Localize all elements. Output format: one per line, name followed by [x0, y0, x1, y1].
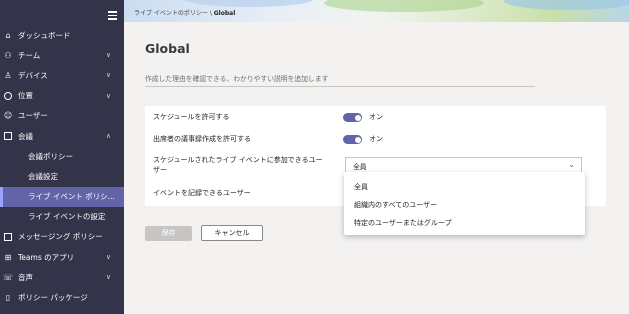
sidebar-item-label: 会議設定	[28, 171, 58, 181]
sidebar-item-teams[interactable]: ⚇ チーム ∨	[0, 45, 124, 65]
globe-icon	[3, 91, 13, 101]
teams-icon: ⚇	[4, 50, 12, 60]
sidebar: ⌂ ダッシュボード ⚇ チーム ∨ ♙ デバイス ∨ 位置 ∨ ☺ ユーザー 会…	[0, 0, 124, 314]
chevron-down-icon: ∨	[105, 253, 111, 262]
sidebar-item-live-event-policies[interactable]: ライブ イベント ポリシ...	[0, 186, 124, 207]
sidebar-item-meeting-settings[interactable]: 会議設定	[0, 166, 124, 186]
sidebar-item-label: 会議	[18, 131, 33, 141]
sidebar-item-label: デバイス	[18, 70, 48, 80]
sidebar-item-label: ライブ イベントの設定	[28, 212, 106, 222]
sidebar-nav: ⌂ ダッシュボード ⚇ チーム ∨ ♙ デバイス ∨ 位置 ∨ ☺ ユーザー 会…	[0, 25, 124, 308]
chevron-down-icon: ∨	[105, 91, 111, 100]
chevron-up-icon: ∧	[105, 132, 111, 141]
cancel-button[interactable]: キャンセル	[201, 225, 263, 241]
sidebar-item-live-event-settings[interactable]: ライブ イベントの設定	[0, 207, 124, 227]
sidebar-item-messaging-policies[interactable]: メッセージング ポリシー	[0, 227, 124, 247]
header-banner: ライブ イベントのポリシー \ Global	[124, 0, 629, 22]
sidebar-item-locations[interactable]: 位置 ∨	[0, 86, 124, 106]
sidebar-item-meetings[interactable]: 会議 ∧	[0, 126, 124, 146]
chevron-down-icon: ∨	[105, 51, 111, 60]
sidebar-item-teams-apps[interactable]: ⊞ Teams のアプリ ∨	[0, 247, 124, 267]
sidebar-item-label: チーム	[18, 50, 41, 60]
allow-transcription-state: オン	[369, 135, 383, 143]
dropdown-option-specific-users[interactable]: 特定のユーザーまたはグループ	[354, 218, 451, 228]
who-can-record-label: イベントを記録できるユーザー	[153, 189, 251, 197]
sidebar-item-label: ダッシュボード	[18, 30, 71, 40]
phone-icon: ☏	[3, 272, 14, 282]
chevron-down-icon: ∨	[105, 273, 111, 282]
banner-decoration	[324, 0, 484, 12]
sidebar-item-dashboard[interactable]: ⌂ ダッシュボード	[0, 25, 124, 45]
breadcrumb-parent[interactable]: ライブ イベントのポリシー \	[134, 10, 214, 17]
device-icon: ♙	[4, 70, 12, 80]
allow-scheduling-toggle[interactable]	[343, 113, 362, 122]
sidebar-item-label: ユーザー	[18, 111, 48, 121]
allow-scheduling-label: スケジュールを許可する	[153, 113, 230, 121]
who-can-join-label: スケジュールされたライブ イベントに参加できるユーザー	[153, 156, 323, 174]
dropdown-option-everyone[interactable]: 全員	[354, 182, 368, 192]
banner-decoration	[184, 0, 314, 7]
chat-icon	[3, 232, 13, 242]
sidebar-item-label: ライブ イベント ポリシ...	[28, 192, 115, 202]
sidebar-item-label: 位置	[18, 91, 33, 101]
who-can-join-value: 全員	[353, 163, 367, 171]
who-can-join-select[interactable]: 全員 ⌄	[345, 157, 582, 173]
sidebar-item-devices[interactable]: ♙ デバイス ∨	[0, 65, 124, 85]
sidebar-item-label: メッセージング ポリシー	[18, 232, 103, 242]
sidebar-item-meeting-policies[interactable]: 会議ポリシー	[0, 146, 124, 166]
sidebar-item-users[interactable]: ☺ ユーザー	[0, 106, 124, 126]
allow-transcription-toggle[interactable]	[343, 135, 362, 144]
page-title: Global	[145, 41, 190, 56]
sidebar-item-label: 会議ポリシー	[28, 151, 73, 161]
save-button[interactable]: 保存	[145, 226, 192, 241]
dropdown-option-org-users[interactable]: 組織内のすべてのユーザー	[354, 200, 437, 210]
allow-scheduling-state: オン	[369, 113, 383, 121]
apps-icon: ⊞	[4, 252, 12, 262]
description-field[interactable]: 作成した理由を確認できる、わかりやすい説明を追加します	[145, 72, 535, 87]
who-can-join-dropdown: 全員 組織内のすべてのユーザー 特定のユーザーまたはグループ	[344, 172, 585, 235]
breadcrumb-current: Global	[213, 10, 236, 17]
allow-transcription-label: 出席者の議事録作成を許可する	[153, 135, 251, 143]
main-content: Global 作成した理由を確認できる、わかりやすい説明を追加します スケジュー…	[124, 22, 629, 314]
home-icon: ⌂	[5, 30, 11, 40]
calendar-icon	[3, 131, 13, 141]
chevron-down-icon: ∨	[105, 71, 111, 80]
package-icon: ▯	[5, 293, 11, 303]
users-icon: ☺	[3, 111, 13, 121]
breadcrumb: ライブ イベントのポリシー \ Global	[134, 8, 235, 17]
chevron-down-icon: ⌄	[568, 160, 575, 169]
hamburger-menu-icon[interactable]	[108, 11, 117, 20]
sidebar-item-label: 音声	[18, 272, 33, 282]
sidebar-item-voice[interactable]: ☏ 音声 ∨	[0, 267, 124, 287]
banner-decoration	[504, 0, 629, 10]
sidebar-item-label: ポリシー パッケージ	[18, 293, 88, 303]
sidebar-item-policy-packages[interactable]: ▯ ポリシー パッケージ	[0, 287, 124, 307]
sidebar-item-label: Teams のアプリ	[18, 252, 75, 262]
